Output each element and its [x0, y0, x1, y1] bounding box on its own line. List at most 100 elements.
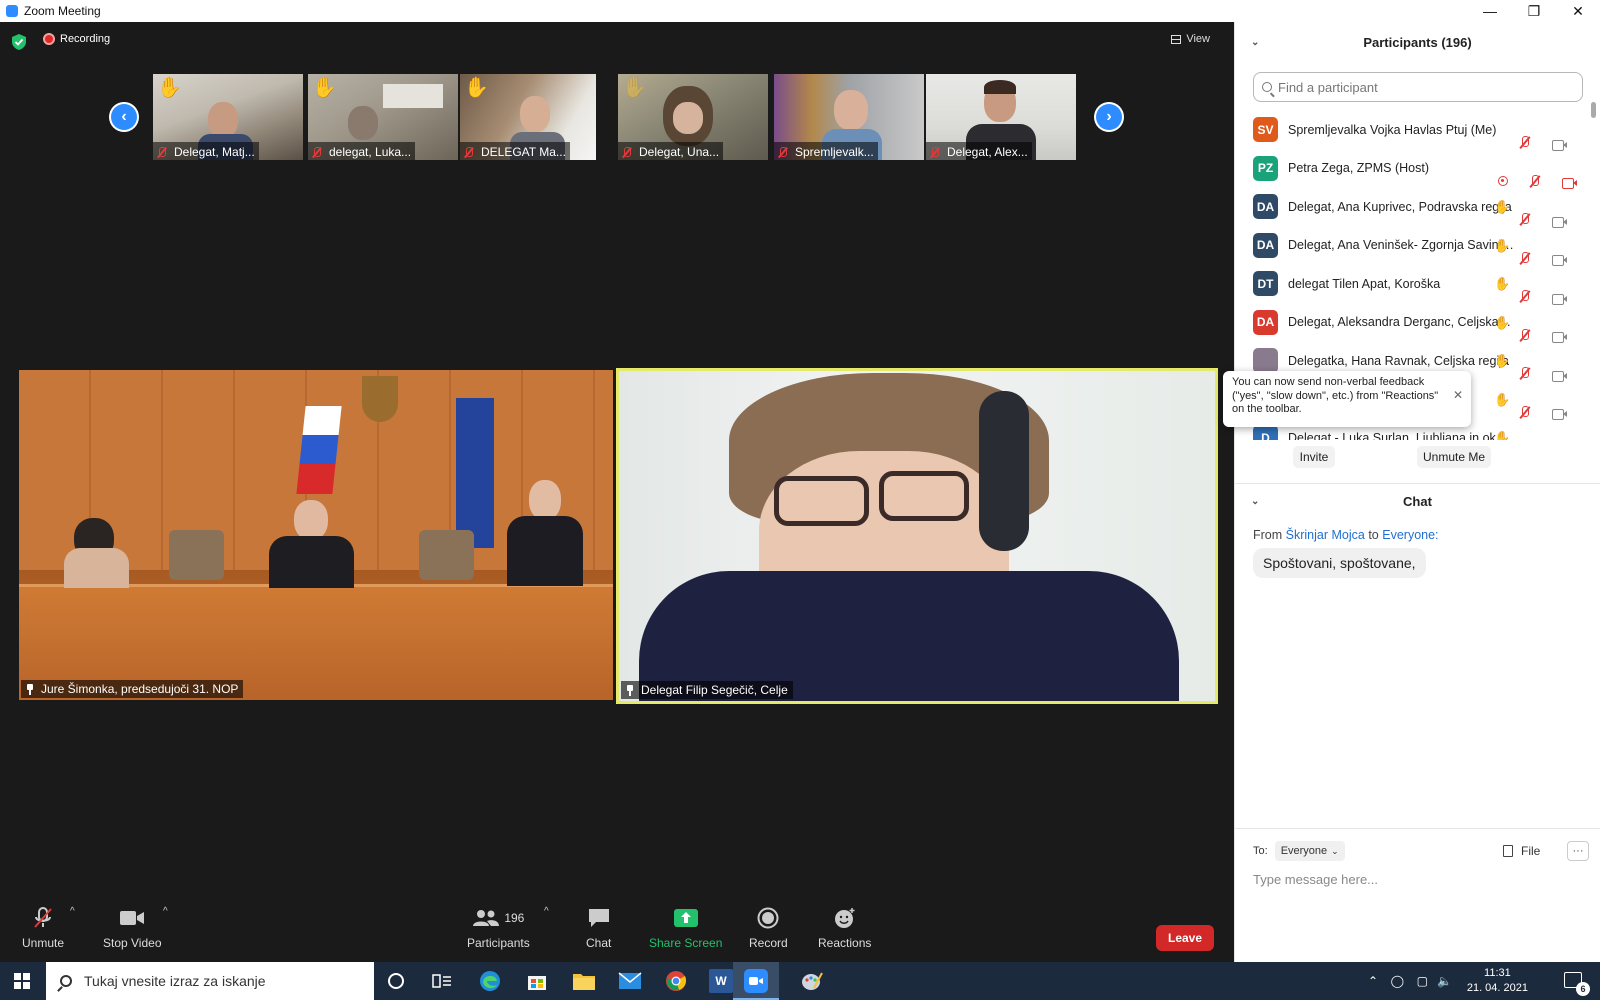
chrome-icon[interactable] [664, 969, 688, 993]
next-page-button[interactable]: › [1094, 102, 1124, 132]
participant-thumbnail[interactable]: Delegat, Alex... [926, 74, 1076, 160]
minimize-button[interactable]: — [1468, 0, 1512, 22]
participant-thumbnail[interactable]: Spremljevalk... [774, 74, 924, 160]
chat-message-input[interactable] [1253, 868, 1583, 890]
word-icon[interactable]: W [709, 969, 733, 993]
participant-row[interactable]: DT delegat Tilen Apat, Koroška ✋ [1235, 264, 1585, 305]
reactions-button[interactable]: Reactions [818, 906, 871, 950]
mail-icon[interactable] [618, 969, 642, 993]
participant-thumbnail[interactable]: ✋ DELEGAT Ma... [460, 74, 596, 160]
participants-scrollbar[interactable] [1591, 102, 1596, 118]
zoom-app-icon[interactable] [744, 969, 768, 993]
participant-row[interactable]: PZ Petra Zega, ZPMS (Host) [1235, 149, 1585, 189]
mic-muted-icon[interactable] [1519, 251, 1531, 265]
clock-date: 21. 04. 2021 [1466, 982, 1528, 994]
raised-hand-icon: ✋ [1494, 353, 1511, 368]
participant-name: DELEGAT Ma... [481, 145, 566, 159]
meet-now-icon[interactable]: ◯ [1391, 974, 1404, 988]
mic-muted-icon[interactable] [1519, 136, 1531, 149]
tooltip-close-icon[interactable]: ✕ [1453, 388, 1463, 403]
chat-button[interactable]: Chat [586, 906, 611, 950]
video-participant-name: Delegat Filip Segečič, Celje [641, 683, 788, 697]
participant-row[interactable]: DA Delegat, Ana Kuprivec, Podravska regij… [1235, 187, 1585, 228]
participant-search[interactable]: Find a participant [1253, 72, 1583, 102]
video-tile[interactable]: Jure Šimonka, predsedujoči 31. NOP [19, 370, 613, 700]
audio-options-caret[interactable]: ^ [70, 906, 75, 917]
active-speaker-video-tile[interactable]: Delegat Filip Segečič, Celje [616, 368, 1218, 704]
participant-name: Delegat - Luka Surlan, Ljubljana in okol… [1288, 430, 1514, 441]
unmute-button[interactable]: Unmute [22, 906, 64, 950]
mic-muted-icon[interactable] [1529, 174, 1541, 188]
taskbar-search-placeholder: Tukaj vnesite izraz za iskanje [84, 973, 266, 989]
mic-muted-icon [778, 146, 787, 158]
restore-button[interactable]: ❐ [1512, 0, 1556, 22]
notification-count-badge: 6 [1576, 982, 1590, 996]
taskbar-clock[interactable]: 11:31 21. 04. 2021 [1467, 966, 1528, 996]
stop-video-button[interactable]: Stop Video [103, 906, 162, 950]
taskbar-search[interactable]: Tukaj vnesite izraz za iskanje [46, 962, 374, 1000]
reactions-smiley-icon [834, 906, 856, 930]
participants-button[interactable]: 196 Participants [467, 906, 530, 950]
raised-hand-icon: ✋ [312, 77, 337, 99]
recording-indicator[interactable]: Recording [43, 33, 110, 45]
share-screen-button[interactable]: Share Screen [649, 906, 722, 950]
chevron-down-icon[interactable]: ⌄ [1251, 496, 1259, 507]
panel-divider [1235, 828, 1600, 829]
mic-muted-icon[interactable] [1519, 328, 1531, 342]
participant-name: Delegat, Alex... [947, 145, 1028, 159]
volume-icon[interactable]: 🔈 [1437, 974, 1452, 988]
participant-row[interactable]: DA Delegat, Ana Veninšek- Zgornja Savinjs… [1235, 226, 1585, 266]
mic-muted-icon [157, 146, 166, 158]
avatar [1253, 348, 1278, 373]
mic-muted-icon[interactable] [1519, 213, 1531, 226]
file-icon [1503, 845, 1513, 857]
participant-thumbnail[interactable]: ✋ delegat, Luka... [308, 74, 458, 160]
task-view-icon[interactable] [430, 969, 454, 993]
chevron-down-icon[interactable]: ⌄ [1251, 37, 1259, 48]
chat-message-bubble: Spoštovani, spoštovane, [1253, 548, 1426, 578]
network-icon[interactable]: ▢ [1417, 974, 1428, 988]
chat-sender-link[interactable]: Škrinjar Mojca [1286, 528, 1365, 542]
view-grid-icon [1171, 34, 1182, 44]
windows-start-icon[interactable] [14, 973, 30, 989]
raised-hand-icon: ✋ [1494, 276, 1511, 291]
participant-row[interactable]: SV Spremljevalka Vojka Havlas Ptuj (Me) [1235, 110, 1585, 151]
participant-thumbnail[interactable]: ✋ Delegat, Matj... [153, 74, 303, 160]
cortana-icon[interactable] [384, 969, 408, 993]
avatar: SV [1253, 117, 1278, 142]
store-icon[interactable] [525, 969, 549, 993]
leave-button[interactable]: Leave [1156, 925, 1214, 951]
mic-muted-icon[interactable] [1519, 405, 1531, 419]
file-explorer-icon[interactable] [572, 969, 596, 993]
mic-muted-icon[interactable] [1519, 290, 1531, 303]
video-options-caret[interactable]: ^ [163, 906, 168, 917]
invite-button[interactable]: Invite [1293, 446, 1335, 468]
paint-icon[interactable] [800, 969, 824, 993]
chat-recipient-link[interactable]: Everyone: [1382, 528, 1438, 542]
meeting-toolbar: Unmute ^ Stop Video ^ 196 Participants ^… [0, 900, 1234, 962]
video-camera-icon [119, 906, 145, 930]
file-button[interactable]: File [1503, 844, 1540, 858]
participants-options-caret[interactable]: ^ [544, 906, 549, 917]
show-hidden-icons-chevron-up-icon[interactable]: ⌃ [1368, 974, 1378, 988]
recipient-select[interactable]: Everyone ⌄ [1274, 841, 1345, 861]
unmute-me-button[interactable]: Unmute Me [1417, 446, 1491, 468]
shield-icon[interactable] [12, 34, 26, 50]
raised-hand-icon: ✋ [1494, 199, 1511, 214]
clock-time: 11:31 [1484, 967, 1511, 979]
previous-page-button[interactable]: ‹ [109, 102, 139, 132]
participant-row[interactable]: DA Delegat, Aleksandra Derganc, Celjska r… [1235, 303, 1585, 343]
share-screen-label: Share Screen [649, 936, 723, 950]
participant-thumbnail[interactable]: ✋ Delegat, Una... [618, 74, 768, 160]
participant-name: Delegat, Ana Veninšek- Zgornja Savinjs..… [1288, 238, 1514, 252]
edge-browser-icon[interactable] [478, 969, 502, 993]
file-label: File [1521, 844, 1541, 858]
record-button[interactable]: Record [749, 906, 788, 950]
chat-panel-header: ⌄ Chat [1235, 486, 1600, 516]
view-button[interactable]: View [1171, 33, 1210, 45]
close-button[interactable]: ✕ [1556, 0, 1600, 22]
more-options-button[interactable]: ··· [1567, 841, 1589, 861]
mic-muted-icon[interactable] [1519, 367, 1531, 380]
window-titlebar: Zoom Meeting — ❐ ✕ [0, 0, 1600, 22]
participants-panel-title: Participants (196) [1363, 34, 1472, 50]
